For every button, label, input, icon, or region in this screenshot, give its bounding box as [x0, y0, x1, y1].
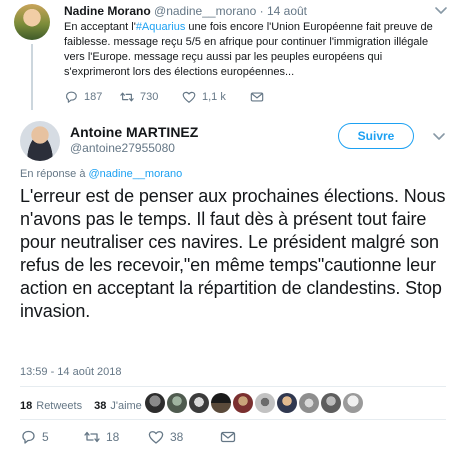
retweet-action[interactable]: 18 [84, 429, 119, 445]
reply-icon [66, 91, 77, 103]
likes-stat-label: J'aime [110, 400, 142, 412]
parent-tweet-actions: 187 730 1,1 k [64, 90, 324, 106]
parent-retweet-action[interactable]: 730 [120, 90, 158, 104]
liker-avatar[interactable] [167, 393, 187, 413]
header-separator: · [259, 4, 264, 18]
parent-text-start: En acceptant l' [64, 21, 136, 33]
follow-button[interactable]: Suivre [338, 123, 414, 149]
engagement-stats: 18 Retweets 38 J'aime [20, 396, 154, 416]
chevron-down-icon[interactable] [432, 131, 446, 143]
retweets-stat-count: 18 [20, 400, 33, 412]
hashtag-link[interactable]: #Aquarius [136, 21, 186, 33]
main-author-avatar[interactable] [20, 121, 60, 161]
parent-author-avatar[interactable] [14, 4, 50, 40]
liker-avatars [145, 393, 363, 413]
retweets-stat-label: Retweets [36, 400, 83, 412]
parent-like-action[interactable]: 1,1 k [182, 90, 226, 104]
parent-dm-action[interactable] [250, 90, 264, 104]
messages-icon [250, 92, 264, 102]
reply-count: 5 [42, 430, 49, 444]
liker-avatar[interactable] [343, 393, 363, 413]
likes-stat[interactable]: 38 J'aime [94, 400, 142, 412]
divider [20, 419, 446, 420]
retweet-icon [120, 92, 134, 102]
like-count: 38 [170, 430, 184, 444]
divider [20, 386, 446, 387]
likes-stat-count: 38 [94, 400, 107, 412]
liker-avatar[interactable] [145, 393, 165, 413]
parent-reply-count: 187 [84, 91, 103, 103]
liker-avatar[interactable] [211, 393, 231, 413]
reply-context: En réponse à @nadine__morano [20, 168, 182, 180]
liker-avatar[interactable] [189, 393, 209, 413]
retweet-icon [84, 431, 100, 443]
liker-avatar[interactable] [299, 393, 319, 413]
chevron-down-icon[interactable] [434, 5, 448, 17]
parent-tweet-header: Nadine Morano @nadine__morano · 14 août [64, 4, 307, 18]
retweet-count: 18 [106, 430, 120, 444]
liker-avatar[interactable] [277, 393, 297, 413]
liker-avatar[interactable] [255, 393, 275, 413]
liker-avatar[interactable] [233, 393, 253, 413]
retweets-stat[interactable]: 18 Retweets [20, 400, 82, 412]
tweet-timestamp[interactable]: 13:59 - 14 août 2018 [20, 366, 122, 378]
main-author-handle[interactable]: @antoine27955080 [70, 141, 175, 155]
reply-action[interactable]: 5 [20, 429, 49, 445]
parent-tweet-text: En acceptant l'#Aquarius une fois encore… [64, 20, 444, 80]
parent-author-name[interactable]: Nadine Morano [64, 4, 151, 18]
main-tweet-text: L'erreur est de penser aux prochaines él… [20, 186, 446, 321]
parent-tweet-time[interactable]: 14 août [267, 4, 307, 18]
main-author-name[interactable]: Antoine MARTINEZ [70, 124, 198, 140]
reply-mention-link[interactable]: @nadine__morano [89, 168, 183, 180]
heart-icon [148, 431, 164, 444]
thread-connector-line [31, 44, 33, 110]
dm-action[interactable] [220, 429, 236, 445]
liker-avatar[interactable] [321, 393, 341, 413]
like-action[interactable]: 38 [148, 429, 183, 445]
parent-tweet[interactable]: Nadine Morano @nadine__morano · 14 août … [0, 0, 460, 112]
reply-icon [22, 430, 35, 444]
messages-icon [220, 431, 236, 443]
parent-reply-action[interactable]: 187 [64, 90, 102, 104]
reply-context-label: En réponse à [20, 168, 89, 180]
parent-author-handle[interactable]: @nadine__morano [154, 4, 256, 18]
parent-retweet-count: 730 [140, 91, 159, 103]
heart-icon [182, 91, 196, 103]
parent-like-count: 1,1 k [202, 91, 226, 103]
main-tweet-actions: 5 18 38 [20, 429, 280, 447]
